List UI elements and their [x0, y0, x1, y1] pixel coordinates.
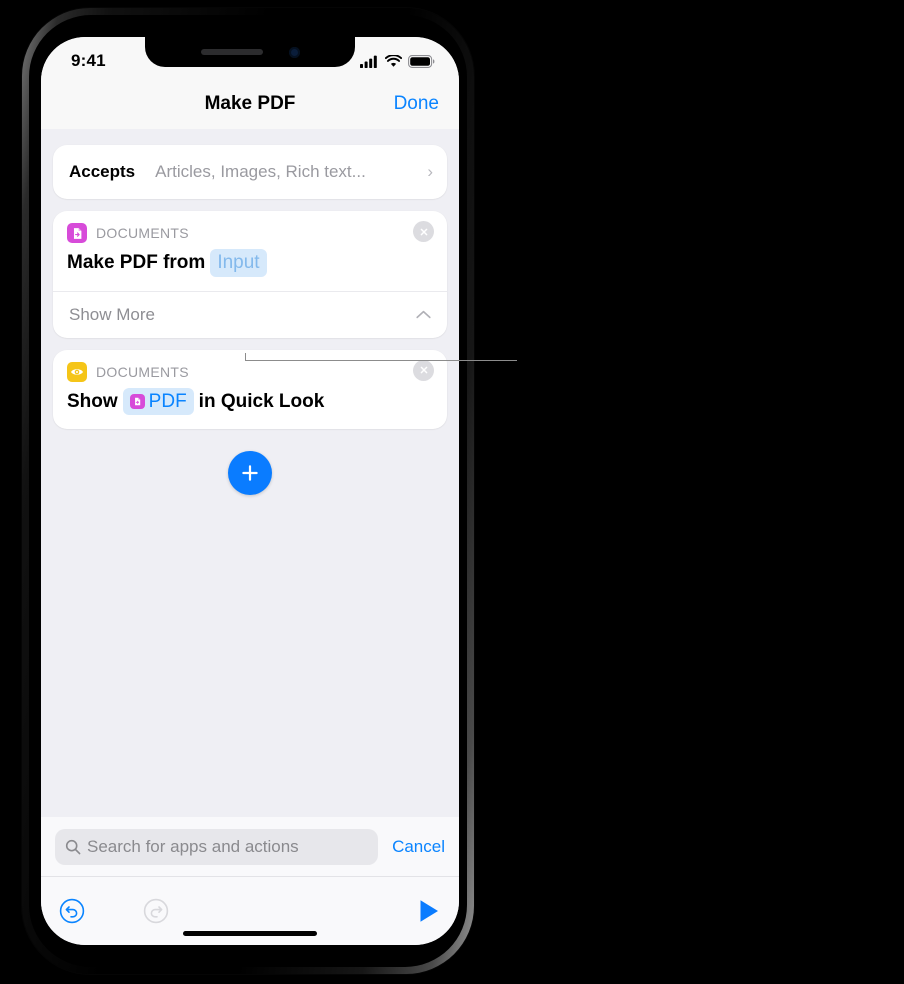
show-more-label: Show More [69, 304, 155, 324]
accepts-label: Accepts [69, 162, 136, 181]
accepts-row[interactable]: Accepts Articles, Images, Rich text... › [53, 145, 447, 199]
wifi-icon [385, 54, 402, 67]
action-text-prefix: Show [67, 390, 118, 412]
speaker-grille [200, 49, 263, 55]
action-body-make-pdf[interactable]: Make PDF from Input [53, 243, 447, 291]
phone-screen: 9:41 Make PDF Done Accepts Articles, Ima… [41, 37, 459, 945]
search-input[interactable]: Search for apps and actions [55, 828, 379, 865]
phone-frame: 9:41 Make PDF Done Accepts Articles, Ima… [22, 8, 474, 974]
callout-leader-line [245, 360, 517, 361]
chevron-up-icon [416, 310, 431, 319]
plus-icon [242, 465, 258, 481]
status-time: 9:41 [71, 51, 106, 70]
action-card-quick-look[interactable]: DOCUMENTS Show PDF in Quick Look [53, 349, 447, 430]
variable-token-pdf[interactable]: PDF [122, 387, 194, 416]
accepts-card[interactable]: Accepts Articles, Images, Rich text... › [53, 145, 447, 199]
document-make-pdf-icon [67, 223, 87, 243]
chevron-right-icon: › [427, 162, 433, 181]
variable-token-label: Input [217, 252, 260, 273]
page-title: Make PDF [204, 93, 296, 114]
cellular-bars-icon [360, 55, 377, 68]
action-body-quick-look[interactable]: Show PDF in Quick Look [53, 382, 447, 430]
document-make-pdf-icon [129, 393, 145, 409]
close-circle-icon[interactable] [413, 221, 434, 242]
search-icon [65, 839, 81, 854]
action-text-suffix: in Quick Look [198, 390, 325, 412]
variable-token-input[interactable]: Input [210, 249, 267, 277]
home-indicator[interactable] [183, 931, 317, 936]
search-placeholder: Search for apps and actions [87, 836, 299, 856]
close-circle-icon[interactable] [413, 359, 434, 381]
action-category-label: DOCUMENTS [96, 363, 189, 380]
action-category-label: DOCUMENTS [96, 225, 189, 241]
quick-look-eye-icon [67, 361, 87, 382]
show-more-row[interactable]: Show More [53, 292, 447, 338]
status-indicators [360, 54, 435, 68]
add-action-button[interactable] [228, 451, 272, 496]
notch [145, 37, 355, 67]
accepts-value: Articles, Images, Rich text... [155, 162, 366, 181]
done-button[interactable]: Done [394, 93, 439, 115]
action-card-make-pdf[interactable]: DOCUMENTS Make PDF from Input Show More [53, 211, 447, 338]
action-text-prefix: Make PDF from [67, 252, 206, 273]
add-action-wrap [53, 451, 447, 496]
redo-icon[interactable] [143, 898, 169, 924]
search-bar: Search for apps and actions Cancel [41, 817, 459, 877]
cancel-button[interactable]: Cancel [392, 837, 445, 857]
action-header: DOCUMENTS [53, 211, 447, 243]
navigation-bar: Make PDF Done [41, 79, 459, 129]
variable-token-label: PDF [148, 390, 187, 412]
play-icon[interactable] [417, 898, 441, 924]
undo-icon[interactable] [59, 898, 85, 924]
action-header: DOCUMENTS [53, 350, 447, 382]
front-camera-icon [288, 46, 300, 58]
battery-full-icon [408, 54, 435, 68]
shortcut-editor-content: Accepts Articles, Images, Rich text... › [41, 129, 459, 817]
phone-frame-inner: 9:41 Make PDF Done Accepts Articles, Ima… [29, 15, 467, 967]
